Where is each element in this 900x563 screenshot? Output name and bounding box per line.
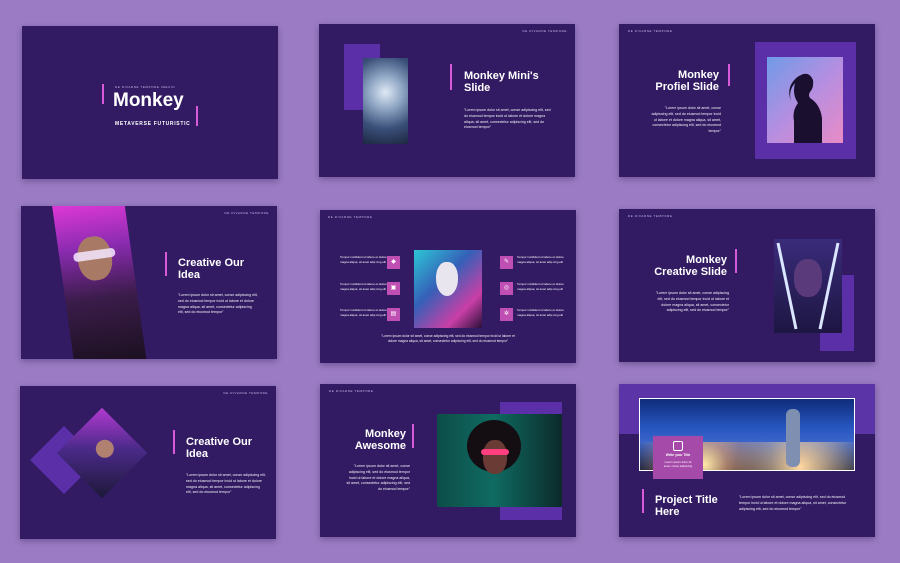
brand-text: DE DIVARNE TEMPORE bbox=[328, 215, 373, 219]
slide-awesome[interactable]: DE DIVARNE TEMPORE Monkey Awesome "Lorem… bbox=[320, 384, 576, 537]
feature-text: Tempor incididunt ut labore et dolore ma… bbox=[340, 308, 387, 317]
slide-body-text: "Lorem ipsum dolor sit amet, conse adipi… bbox=[346, 464, 410, 491]
mask-shape bbox=[436, 262, 458, 296]
silhouette-photo bbox=[767, 57, 843, 143]
quote-text: "Lorem ipsum dolor sit amet, conse adipi… bbox=[381, 334, 515, 344]
feature-text: Tempor incididunt ut labore et dolore ma… bbox=[340, 255, 387, 264]
card-title: Write your Title bbox=[665, 453, 691, 457]
accent-bar bbox=[728, 64, 730, 86]
slide-body-text: "Lorem ipsum dolor sit amet, conse adipi… bbox=[651, 106, 721, 133]
info-card[interactable]: Write your Title Lorem ipsum dolor sit a… bbox=[653, 436, 703, 479]
slide-title-text: Monkey Awesome bbox=[354, 428, 406, 453]
accent-bar bbox=[165, 252, 167, 276]
slide-mini[interactable]: DE DIVARNE TEMPORE Monkey Mini's Slide "… bbox=[319, 24, 575, 177]
feature-text: Tempor incididunt ut labore et dolore ma… bbox=[517, 255, 564, 264]
pen-icon: ✎ bbox=[500, 256, 513, 269]
card-body: Lorem ipsum dolor sit amet, conse adipis… bbox=[663, 460, 693, 469]
silhouette-shape bbox=[789, 73, 822, 143]
brand-text: DE DIVARNE TEMPORE bbox=[522, 29, 567, 33]
diamond-icon: ◆ bbox=[387, 256, 400, 269]
afro-portrait-photo bbox=[437, 414, 562, 507]
accent-bar bbox=[735, 249, 737, 273]
accent-bar bbox=[173, 430, 175, 454]
slide-creative-2[interactable]: DE DIVARNE TEMPORE Monkey Creative Slide… bbox=[619, 209, 875, 362]
slide-body-text: "Lorem ipsum dolor sit amet, conse adipi… bbox=[178, 293, 258, 315]
slide-title-text: Project Title Here bbox=[655, 494, 718, 519]
neon-v-shape bbox=[776, 242, 840, 330]
slide-features[interactable]: DE DIVARNE TEMPORE Tempor incididunt ut … bbox=[320, 210, 576, 363]
slide-body-text: "Lorem ipsum dolor sit amet, conse adipi… bbox=[655, 291, 729, 313]
target-icon: ◎ bbox=[500, 282, 513, 295]
slide-body-text: "Lorem ipsum dolor sit amet, conse adipi… bbox=[186, 473, 266, 495]
face-shape bbox=[483, 440, 507, 474]
slide-title[interactable]: DE DIVARNE TEMPORE IMECIO Monkey METAVER… bbox=[22, 26, 278, 179]
brand-text: DE DIVARNE TEMPORE bbox=[628, 29, 673, 33]
slide-project[interactable]: Write your Title Lorem ipsum dolor sit a… bbox=[619, 384, 875, 537]
feature-text: Tempor incididunt ut labore et dolore ma… bbox=[517, 308, 564, 317]
gear-icon: ✲ bbox=[500, 308, 513, 321]
brand-text: DE DIVARNE TEMPORE bbox=[224, 211, 269, 215]
instagram-icon bbox=[673, 441, 683, 451]
slide-title-text: Monkey bbox=[113, 90, 184, 111]
document-icon: ▤ bbox=[387, 308, 400, 321]
accent-bar bbox=[642, 489, 644, 513]
slide-title-text: Monkey Profiel Slide bbox=[655, 69, 719, 94]
neon-portrait-photo bbox=[774, 239, 842, 333]
accent-bar bbox=[412, 424, 414, 448]
accent-bar bbox=[102, 84, 104, 104]
slide-body-text: "Lorem ipsum dolor sit amet, conse adipi… bbox=[464, 108, 551, 130]
subtitle: METAVERSE FUTURISTIC bbox=[115, 121, 191, 127]
brand-text: DE DIVARNE TEMPORE bbox=[223, 391, 268, 395]
slide-title-text: Creative Our Idea bbox=[186, 436, 253, 461]
feature-text: Tempor incididunt ut labore et dolore ma… bbox=[340, 282, 387, 291]
slide-creative-3[interactable]: DE DIVARNE TEMPORE Creative Our Idea "Lo… bbox=[20, 386, 276, 539]
slide-profile[interactable]: DE DIVARNE TEMPORE Monkey Profiel Slide … bbox=[619, 24, 875, 177]
astronaut-figure-shape bbox=[786, 409, 800, 467]
person-shape bbox=[95, 439, 114, 458]
brand-text: DE DIVARNE TEMPORE IMECIO bbox=[115, 85, 176, 89]
accent-bar bbox=[450, 64, 452, 90]
man-photo bbox=[51, 206, 147, 359]
astronaut-photo bbox=[363, 58, 408, 144]
image-icon: ▣ bbox=[387, 282, 400, 295]
brand-text: DE DIVARNE TEMPORE bbox=[329, 389, 374, 393]
slide-body-text: "Lorem ipsum dolor sit amet, conse adipi… bbox=[739, 495, 847, 511]
slide-title-text: Creative Our Idea bbox=[178, 257, 245, 282]
brand-text: DE DIVARNE TEMPORE bbox=[628, 214, 673, 218]
mask-photo bbox=[414, 250, 482, 328]
glasses-shape bbox=[481, 449, 509, 455]
slide-creative-1[interactable]: DE DIVARNE TEMPORE Creative Our Idea "Lo… bbox=[21, 206, 277, 359]
feature-text: Tempor incididunt ut labore et dolore ma… bbox=[517, 282, 564, 291]
slide-title-text: Monkey Mini's Slide bbox=[464, 70, 539, 95]
accent-bar bbox=[196, 106, 198, 126]
slide-title-text: Monkey Creative Slide bbox=[654, 254, 727, 279]
